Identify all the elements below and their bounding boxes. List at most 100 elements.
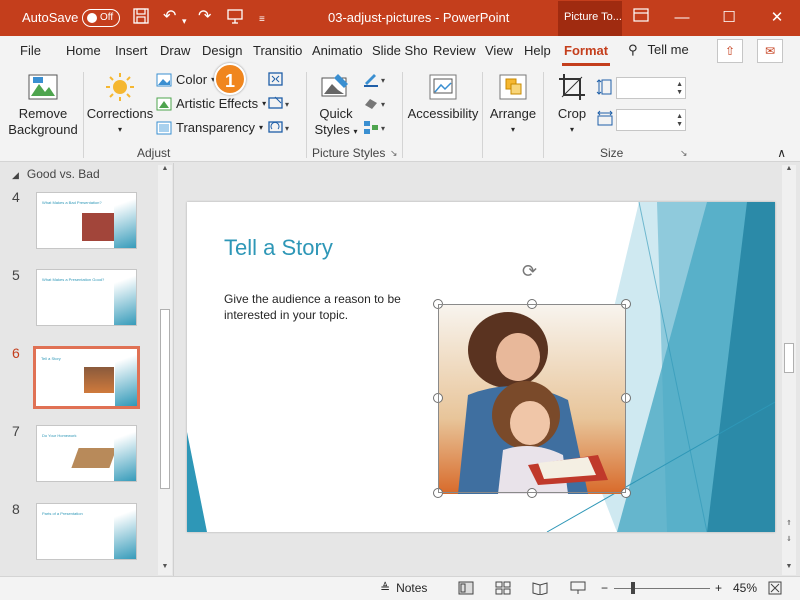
height-input[interactable]: ▲ ▼: [616, 77, 686, 99]
previous-slide-icon[interactable]: ⇑: [782, 519, 796, 531]
reading-view-icon[interactable]: [532, 581, 548, 598]
transparency-icon: [156, 120, 172, 136]
spin-up-icon[interactable]: ▲: [676, 81, 683, 89]
slide-thumbnail[interactable]: What Makes a Presentation Good?: [36, 269, 137, 326]
scrollbar-thumb[interactable]: [160, 309, 170, 489]
collapse-section-icon[interactable]: ◢: [12, 170, 19, 180]
autosave-toggle[interactable]: Off: [82, 9, 120, 27]
current-slide[interactable]: Tell a Story Give the audience a reason …: [187, 202, 775, 532]
zoom-out-icon[interactable]: −: [601, 581, 608, 595]
zoom-slider-thumb[interactable]: [631, 582, 635, 594]
slide-sorter-icon[interactable]: [495, 581, 511, 598]
rotate-handle-icon[interactable]: ⟳: [522, 261, 537, 282]
customize-toolbar-icon[interactable]: ≡: [259, 11, 265, 29]
height-icon: [596, 78, 612, 96]
zoom-level[interactable]: 45%: [733, 581, 757, 595]
resize-handle-top-right[interactable]: [621, 299, 631, 309]
tab-home[interactable]: Home: [66, 43, 101, 58]
next-slide-icon[interactable]: ⇓: [782, 535, 796, 547]
quick-styles-button[interactable]: Quick Styles ▾: [311, 72, 361, 140]
resize-handle-left[interactable]: [433, 393, 443, 403]
comments-icon[interactable]: ✉: [757, 39, 783, 63]
slide-title[interactable]: Tell a Story: [224, 235, 333, 261]
tab-slide-show[interactable]: Slide Sho: [372, 43, 428, 58]
reset-picture-icon[interactable]: ▾: [267, 119, 293, 135]
resize-handle-bottom-left[interactable]: [433, 488, 443, 498]
collapse-ribbon-icon[interactable]: ∧: [777, 146, 786, 160]
artistic-effects-button[interactable]: Artistic Effects ▾: [156, 95, 266, 113]
accessibility-button[interactable]: Accessibility: [406, 72, 480, 122]
notes-button[interactable]: ≜ Notes: [380, 581, 427, 595]
resize-handle-top[interactable]: [527, 299, 537, 309]
tab-review[interactable]: Review: [433, 43, 476, 58]
scroll-up-icon[interactable]: ▲: [782, 165, 796, 177]
change-picture-icon[interactable]: ▾: [267, 95, 293, 111]
picture-effects-icon[interactable]: ▾: [362, 95, 388, 111]
resize-handle-bottom[interactable]: [527, 488, 537, 498]
corrections-button[interactable]: Corrections ▾: [86, 72, 154, 138]
canvas-scrollbar[interactable]: ▲ ⇑ ⇓ ▼: [782, 165, 796, 575]
compress-pictures-icon[interactable]: [267, 71, 285, 87]
share-icon[interactable]: ⇧: [717, 39, 743, 63]
ribbon-display-options-icon[interactable]: [626, 6, 656, 30]
slide-picture[interactable]: [438, 305, 626, 494]
separator: [83, 72, 84, 158]
remove-background-button[interactable]: Remove Background: [8, 72, 78, 138]
width-input[interactable]: ▲ ▼: [616, 109, 686, 131]
arrange-button[interactable]: Arrange ▾: [488, 72, 538, 138]
slide-thumbnail-selected[interactable]: Tell a Story: [33, 346, 140, 409]
close-icon[interactable]: ✕: [762, 6, 792, 30]
separator: [306, 72, 307, 158]
slide-thumbnail[interactable]: What Makes a Bad Presentation?: [36, 192, 137, 249]
zoom-in-icon[interactable]: +: [715, 581, 722, 595]
undo-dropdown-icon[interactable]: ▾: [182, 12, 187, 30]
tab-transitions[interactable]: Transitio: [253, 43, 302, 58]
tab-animations[interactable]: Animatio: [312, 43, 363, 58]
picture-border-icon[interactable]: ▾: [362, 71, 388, 87]
tab-format[interactable]: Format: [564, 43, 608, 58]
minimize-icon[interactable]: —: [667, 6, 697, 30]
resize-handle-top-left[interactable]: [433, 299, 443, 309]
tell-me-search[interactable]: ⚲ Tell me: [628, 42, 689, 58]
tab-view[interactable]: View: [485, 43, 513, 58]
normal-view-icon[interactable]: [458, 581, 474, 598]
tab-design[interactable]: Design: [202, 43, 242, 58]
picture-layout-icon[interactable]: ▾: [362, 119, 388, 135]
present-icon[interactable]: [227, 8, 243, 29]
slide-thumbnail[interactable]: Do Your Homework: [36, 425, 137, 482]
resize-handle-bottom-right[interactable]: [621, 488, 631, 498]
dialog-launcher-icon[interactable]: ↘: [390, 148, 398, 159]
save-icon[interactable]: [133, 8, 149, 29]
maximize-icon[interactable]: ☐: [714, 6, 744, 30]
dialog-launcher-icon[interactable]: ↘: [680, 148, 688, 159]
section-header[interactable]: ◢ Good vs. Bad: [12, 167, 100, 181]
fit-slide-icon[interactable]: [768, 581, 782, 598]
spin-down-icon[interactable]: ▼: [676, 121, 683, 129]
slide-show-icon[interactable]: [570, 581, 586, 598]
redo-icon[interactable]: ↷: [198, 8, 211, 26]
tab-file[interactable]: File: [20, 43, 41, 58]
tab-help[interactable]: Help: [524, 43, 551, 58]
scroll-down-icon[interactable]: ▼: [158, 563, 172, 575]
autosave-label: AutoSave: [22, 10, 79, 25]
thumbnail-scrollbar[interactable]: ▲ ▼: [158, 165, 172, 575]
slide-thumbnail[interactable]: Parts of a Presentation: [36, 503, 137, 560]
spin-up-icon[interactable]: ▲: [676, 113, 683, 121]
slide-number: 7: [12, 423, 20, 439]
transparency-button[interactable]: Transparency ▾: [156, 119, 263, 137]
chevron-down-icon: ▾: [259, 123, 264, 132]
scroll-down-icon[interactable]: ▼: [782, 563, 796, 575]
resize-handle-right[interactable]: [621, 393, 631, 403]
thumb-picture: [82, 213, 114, 241]
zoom-slider[interactable]: [614, 588, 710, 589]
slide-body-text[interactable]: Give the audience a reason to be interes…: [224, 291, 414, 323]
status-bar: ≜ Notes − + 45%: [0, 576, 800, 600]
crop-button[interactable]: Crop ▾: [552, 72, 592, 138]
tab-draw[interactable]: Draw: [160, 43, 190, 58]
spin-down-icon[interactable]: ▼: [676, 89, 683, 97]
color-button[interactable]: Color ▾: [156, 71, 215, 89]
scroll-up-icon[interactable]: ▲: [158, 165, 172, 177]
undo-icon[interactable]: ↶: [163, 8, 176, 26]
scrollbar-thumb[interactable]: [784, 343, 794, 373]
tab-insert[interactable]: Insert: [115, 43, 148, 58]
